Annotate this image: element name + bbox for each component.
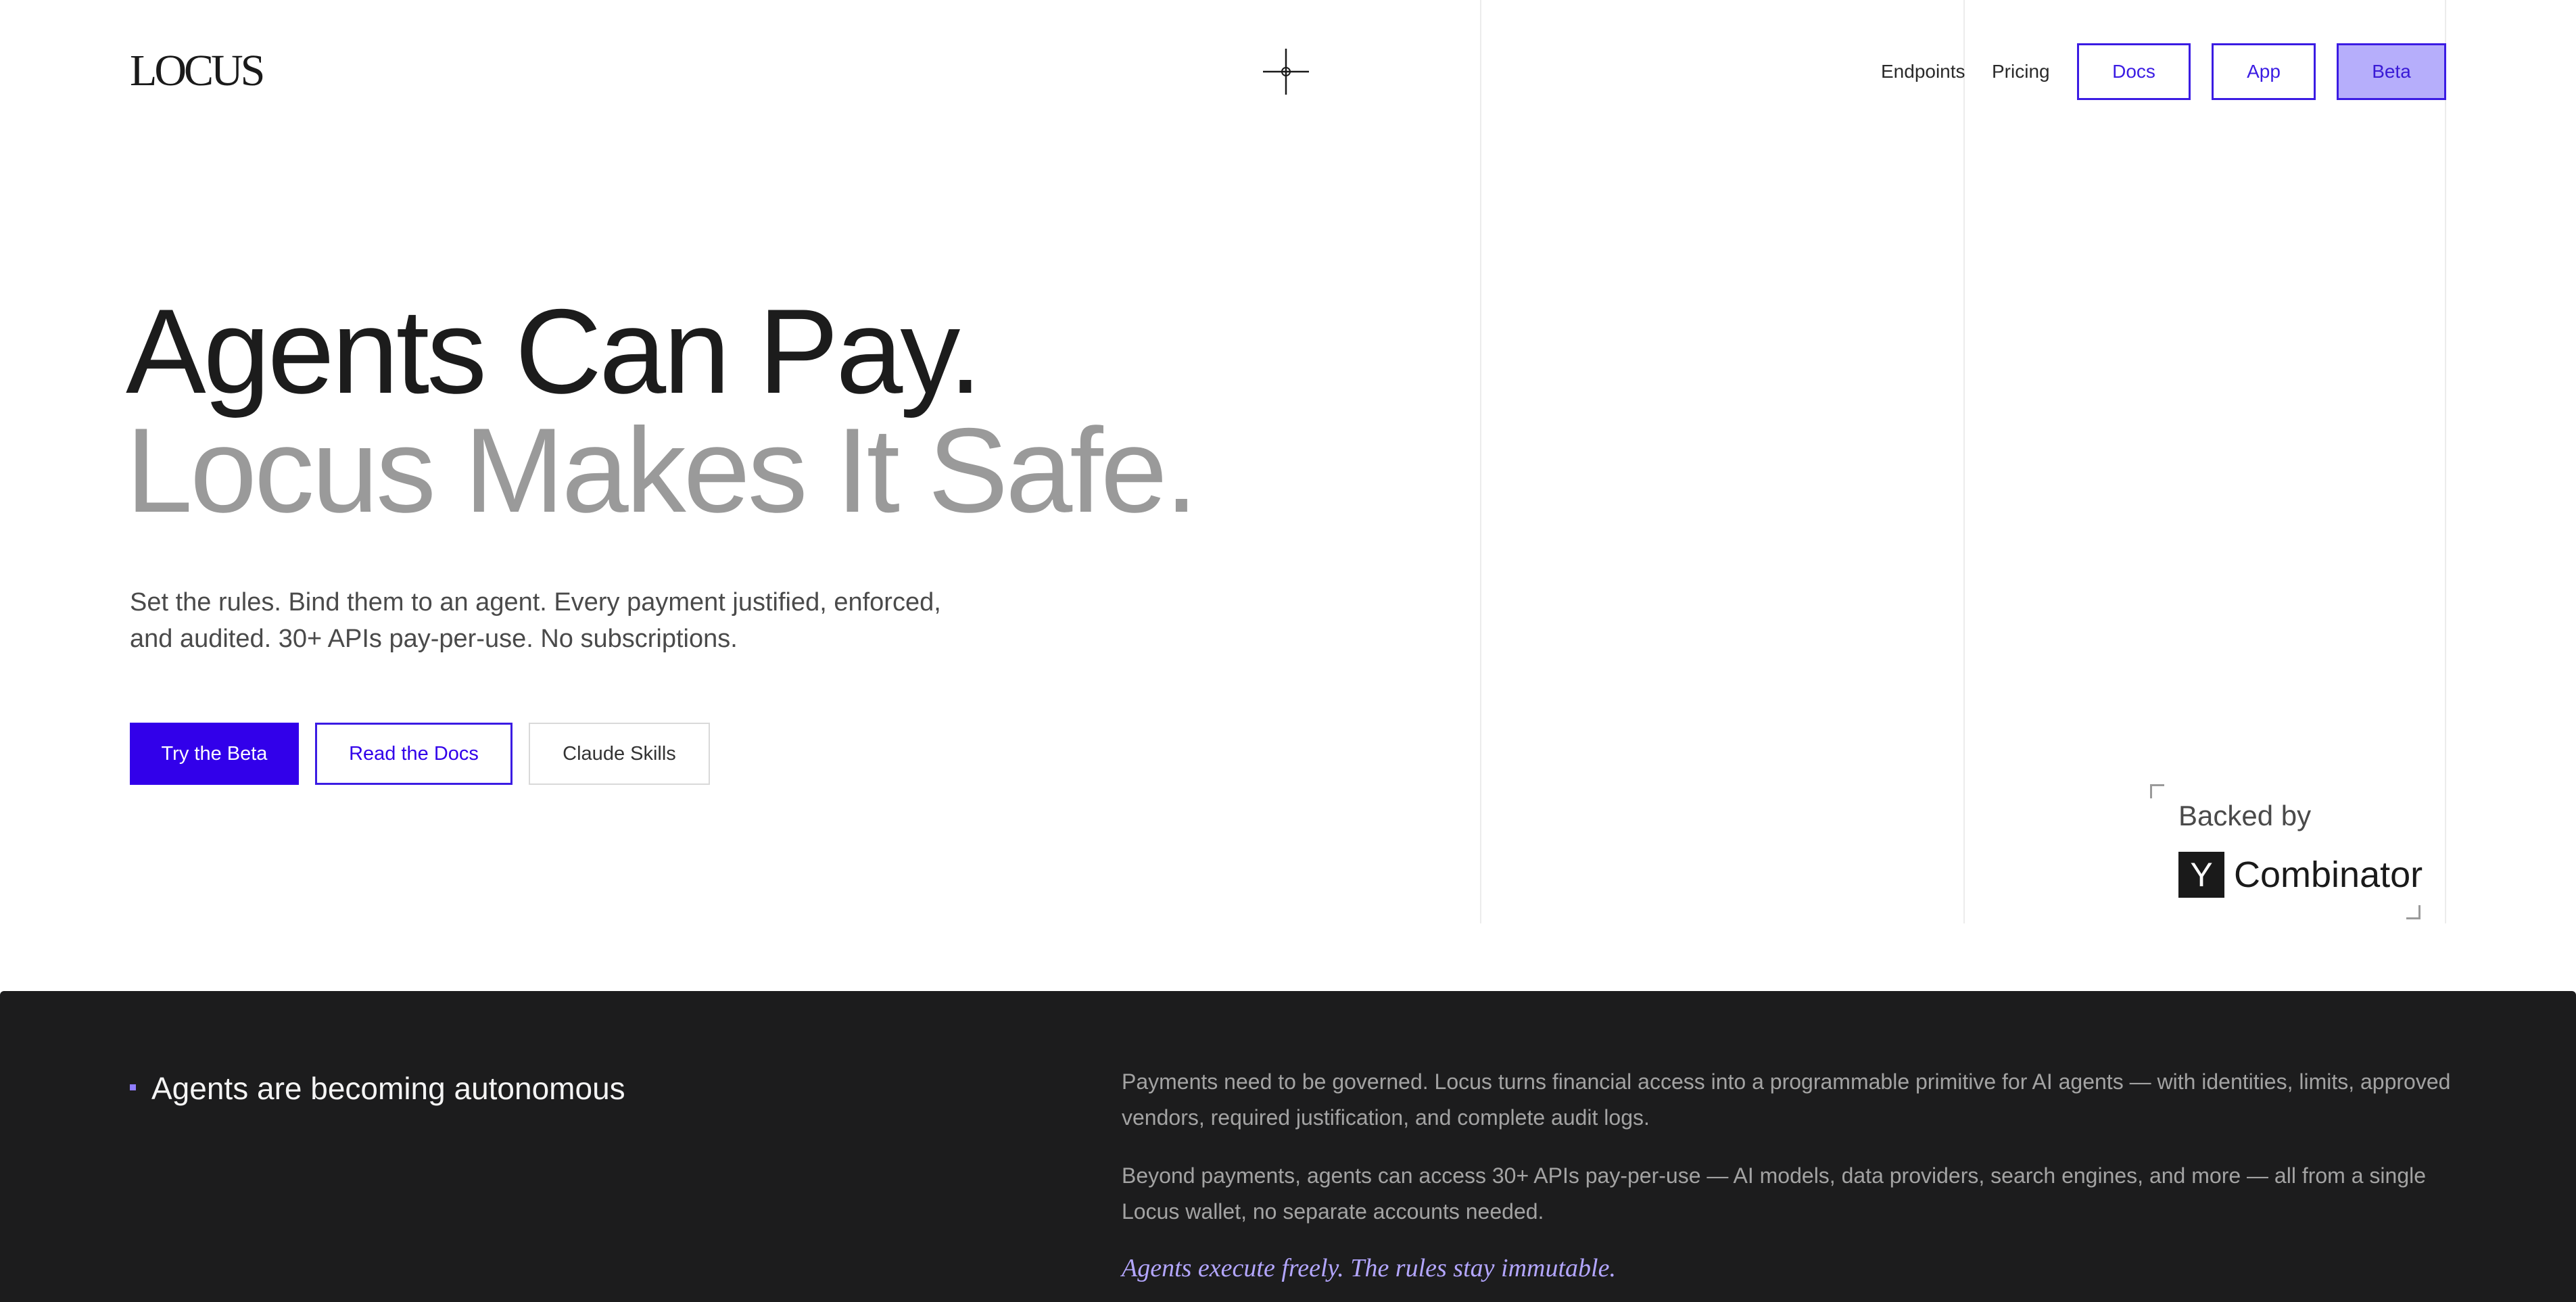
corner-bracket: [2150, 784, 2164, 798]
four-point-star-icon: [1263, 49, 1309, 95]
backed-by-yc-badge: Backed by Y Combinator: [2150, 784, 2423, 919]
headline-line-1: Agents Can Pay.: [126, 284, 982, 418]
section-paragraph-1: Payments need to be governed. Locus turn…: [1122, 1069, 2451, 1130]
nav-link-endpoints[interactable]: Endpoints: [1881, 61, 1965, 82]
y-combinator-logo-icon: Y: [2178, 852, 2224, 898]
beta-button[interactable]: Beta: [2337, 43, 2446, 100]
backed-by-label: Backed by: [2178, 800, 2312, 831]
autonomous-section: Agents are becoming autonomous Payments …: [0, 991, 2576, 1302]
hero-section: LOCUS Endpoints Pricing Docs App Beta Ag…: [0, 0, 2576, 991]
section-paragraph-2: Beyond payments, agents can access 30+ A…: [1122, 1163, 2427, 1224]
section-title: Agents are becoming autonomous: [151, 1071, 625, 1106]
corner-bracket: [2406, 905, 2420, 919]
docs-button[interactable]: Docs: [2077, 43, 2191, 100]
hero-headline: Agents Can Pay. Locus Makes It Safe.: [126, 284, 1198, 537]
locus-logo[interactable]: LOCUS: [130, 49, 265, 93]
square-bullet-icon: [130, 1084, 136, 1090]
headline-line-2: Locus Makes It Safe.: [126, 403, 1198, 537]
nav-link-pricing[interactable]: Pricing: [1992, 61, 2050, 82]
hero-subtitle: Set the rules. Bind them to an agent. Ev…: [130, 588, 941, 653]
grid-line: [1480, 0, 1481, 923]
grid-line: [1963, 0, 1965, 923]
try-beta-button[interactable]: Try the Beta: [130, 723, 299, 785]
grid-line: [2445, 0, 2446, 923]
y-combinator-name: Combinator: [2234, 854, 2423, 895]
read-docs-button[interactable]: Read the Docs: [315, 723, 512, 785]
section-tagline: Agents execute freely. The rules stay im…: [1122, 1254, 1616, 1282]
app-button[interactable]: App: [2212, 43, 2316, 100]
claude-skills-button[interactable]: Claude Skills: [529, 723, 710, 785]
